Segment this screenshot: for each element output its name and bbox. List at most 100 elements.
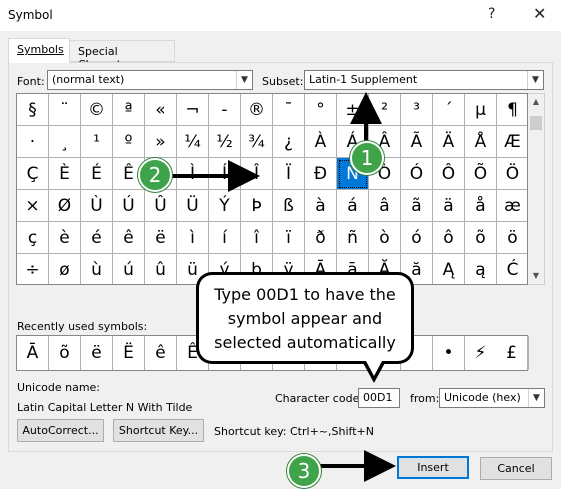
symbol-cell[interactable]: Ą xyxy=(433,254,465,284)
symbol-cell[interactable]: Ó xyxy=(401,158,433,190)
scroll-down-icon[interactable]: ▼ xyxy=(528,268,544,284)
symbol-cell[interactable]: ú xyxy=(113,254,145,284)
symbol-cell[interactable]: Ü xyxy=(177,190,209,222)
symbol-cell[interactable]: « xyxy=(145,94,177,126)
scroll-thumb[interactable] xyxy=(530,116,542,130)
symbol-cell[interactable]: ò xyxy=(369,222,401,254)
recent-symbol[interactable]: Ë xyxy=(113,336,145,370)
symbol-cell[interactable]: ½ xyxy=(209,126,241,158)
symbol-cell[interactable]: Þ xyxy=(241,190,273,222)
symbol-cell[interactable]: â xyxy=(369,190,401,222)
symbol-cell[interactable]: î xyxy=(241,222,273,254)
symbol-cell[interactable]: ë xyxy=(145,222,177,254)
symbol-cell[interactable]: Ì xyxy=(177,158,209,190)
symbol-cell[interactable]: ñ xyxy=(337,222,369,254)
charcode-input[interactable]: 00D1 xyxy=(358,388,400,408)
symbol-cell[interactable]: ÷ xyxy=(17,254,49,284)
symbol-cell[interactable]: Ô xyxy=(433,158,465,190)
symbol-cell[interactable]: ê xyxy=(113,222,145,254)
recent-symbol[interactable]: £ xyxy=(496,336,528,370)
symbol-cell[interactable]: È xyxy=(49,158,81,190)
symbol-cell[interactable]: Ç xyxy=(17,158,49,190)
tab-symbols[interactable]: Symbols xyxy=(8,38,70,63)
symbol-cell[interactable]: ó xyxy=(401,222,433,254)
symbol-cell[interactable]: ß xyxy=(273,190,305,222)
symbol-cell[interactable]: ° xyxy=(305,94,337,126)
symbol-cell[interactable]: Ý xyxy=(209,190,241,222)
symbol-cell[interactable]: Æ xyxy=(497,126,527,158)
symbol-cell[interactable]: õ xyxy=(465,222,497,254)
symbol-cell[interactable]: é xyxy=(81,222,113,254)
symbol-cell[interactable]: û xyxy=(145,254,177,284)
symbol-cell[interactable]: ą xyxy=(465,254,497,284)
symbol-cell[interactable]: á xyxy=(337,190,369,222)
symbol-cell[interactable]: ì xyxy=(177,222,209,254)
symbol-cell[interactable]: º xyxy=(113,126,145,158)
symbol-cell[interactable]: À xyxy=(305,126,337,158)
recent-symbol[interactable]: ë xyxy=(81,336,113,370)
symbol-cell[interactable]: Ö xyxy=(497,158,527,190)
symbol-cell[interactable]: æ xyxy=(497,190,527,222)
symbol-cell[interactable]: Î xyxy=(241,158,273,190)
symbol-cell[interactable]: ð xyxy=(305,222,337,254)
symbol-cell[interactable]: ¨ xyxy=(49,94,81,126)
symbol-cell[interactable]: · xyxy=(17,126,49,158)
symbol-cell[interactable]: ¿ xyxy=(273,126,305,158)
symbol-cell[interactable]: ¹ xyxy=(81,126,113,158)
symbol-cell[interactable]: ± xyxy=(337,94,369,126)
symbol-cell[interactable]: è xyxy=(49,222,81,254)
recent-symbol[interactable]: ⚡ xyxy=(465,336,497,370)
symbol-cell[interactable]: ï xyxy=(273,222,305,254)
recent-symbol[interactable]: Ā xyxy=(17,336,49,370)
symbol-cell[interactable]: ³ xyxy=(401,94,433,126)
symbol-cell[interactable]: Ã xyxy=(401,126,433,158)
recent-symbol[interactable]: • xyxy=(433,336,465,370)
symbol-cell[interactable]: É xyxy=(81,158,113,190)
symbol-cell[interactable]: ä xyxy=(433,190,465,222)
symbol-cell[interactable]: © xyxy=(81,94,113,126)
tab-special-characters[interactable]: Special Characters xyxy=(69,40,175,71)
from-dropdown[interactable]: Unicode (hex) ▼ xyxy=(439,388,545,408)
symbol-cell[interactable]: Ø xyxy=(49,190,81,222)
symbol-cell[interactable]: í xyxy=(209,222,241,254)
symbol-cell[interactable]: Û xyxy=(145,190,177,222)
shortcut-key-button[interactable]: Shortcut Key... xyxy=(113,419,204,442)
autocorrect-button[interactable]: AutoCorrect... xyxy=(17,419,104,442)
symbol-cell[interactable]: ö xyxy=(497,222,527,254)
symbol-cell[interactable]: ¼ xyxy=(177,126,209,158)
symbol-cell[interactable]: § xyxy=(17,94,49,126)
symbol-cell[interactable]: ø xyxy=(49,254,81,284)
symbol-cell[interactable]: ã xyxy=(401,190,433,222)
grid-scrollbar[interactable]: ▲ ▼ xyxy=(528,93,545,285)
symbol-cell[interactable]: ô xyxy=(433,222,465,254)
cancel-button[interactable]: Cancel xyxy=(480,457,552,480)
symbol-cell[interactable]: ù xyxy=(81,254,113,284)
symbol-cell[interactable]: å xyxy=(465,190,497,222)
symbol-cell[interactable]: Ä xyxy=(433,126,465,158)
insert-button[interactable]: Insert xyxy=(397,456,469,479)
symbol-cell[interactable]: ¬ xyxy=(177,94,209,126)
symbol-cell[interactable]: ² xyxy=(369,94,401,126)
recent-symbol[interactable]: õ xyxy=(49,336,81,370)
close-icon[interactable]: ✕ xyxy=(533,4,546,23)
symbol-cell[interactable]: - xyxy=(209,94,241,126)
symbol-cell[interactable]: ¸ xyxy=(49,126,81,158)
symbol-cell[interactable]: ® xyxy=(241,94,273,126)
font-dropdown[interactable]: (normal text) ▼ xyxy=(47,70,253,90)
symbol-cell[interactable]: Í xyxy=(209,158,241,190)
symbol-cell[interactable]: Å xyxy=(465,126,497,158)
symbol-cell[interactable]: ¶ xyxy=(497,94,527,126)
recent-symbol[interactable]: ê xyxy=(145,336,177,370)
symbol-grid[interactable]: §¨©ª«¬-®¯°±²³´µ¶·¸¹º»¼½¾¿ÀÁÂÃÄÅÆÇÈÉÊËÌÍÎ… xyxy=(16,93,528,285)
symbol-cell[interactable]: µ xyxy=(465,94,497,126)
symbol-cell[interactable]: » xyxy=(145,126,177,158)
symbol-cell[interactable]: Ð xyxy=(305,158,337,190)
help-icon[interactable]: ? xyxy=(488,6,495,22)
symbol-cell[interactable]: Ù xyxy=(81,190,113,222)
symbol-cell[interactable]: ¾ xyxy=(241,126,273,158)
subset-dropdown[interactable]: Latin-1 Supplement ▼ xyxy=(304,70,544,90)
symbol-cell[interactable]: Ï xyxy=(273,158,305,190)
symbol-cell[interactable]: à xyxy=(305,190,337,222)
symbol-cell[interactable]: ª xyxy=(113,94,145,126)
symbol-cell[interactable]: Õ xyxy=(465,158,497,190)
